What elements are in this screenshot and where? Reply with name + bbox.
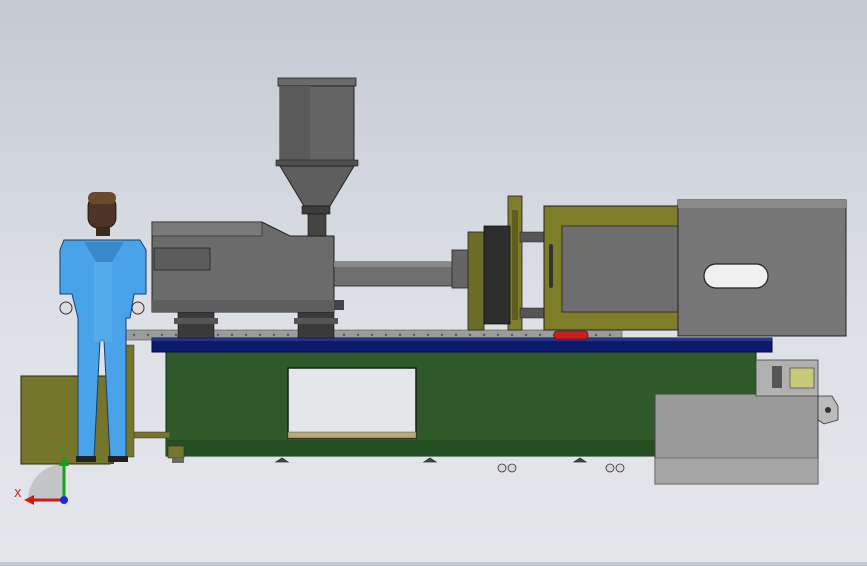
moving-platen[interactable] — [543, 205, 681, 331]
tie-bars — [519, 231, 545, 319]
barrel[interactable] — [333, 249, 487, 289]
clamping-unit[interactable] — [677, 199, 847, 337]
x-axis-label: X — [14, 487, 22, 500]
caster-wheels — [274, 457, 625, 473]
graphics-viewport[interactable]: Y X — [0, 0, 867, 562]
z-axis-dot — [60, 496, 68, 504]
hopper[interactable] — [275, 77, 359, 237]
model-svg[interactable]: Y X — [0, 0, 867, 562]
bed-access-window — [287, 367, 417, 439]
control-box[interactable] — [20, 375, 114, 465]
clamp-window — [703, 263, 769, 289]
red-molded-part — [553, 330, 589, 340]
injection-unit[interactable] — [151, 221, 344, 339]
y-axis-label: Y — [57, 444, 65, 457]
mold[interactable] — [483, 225, 511, 325]
